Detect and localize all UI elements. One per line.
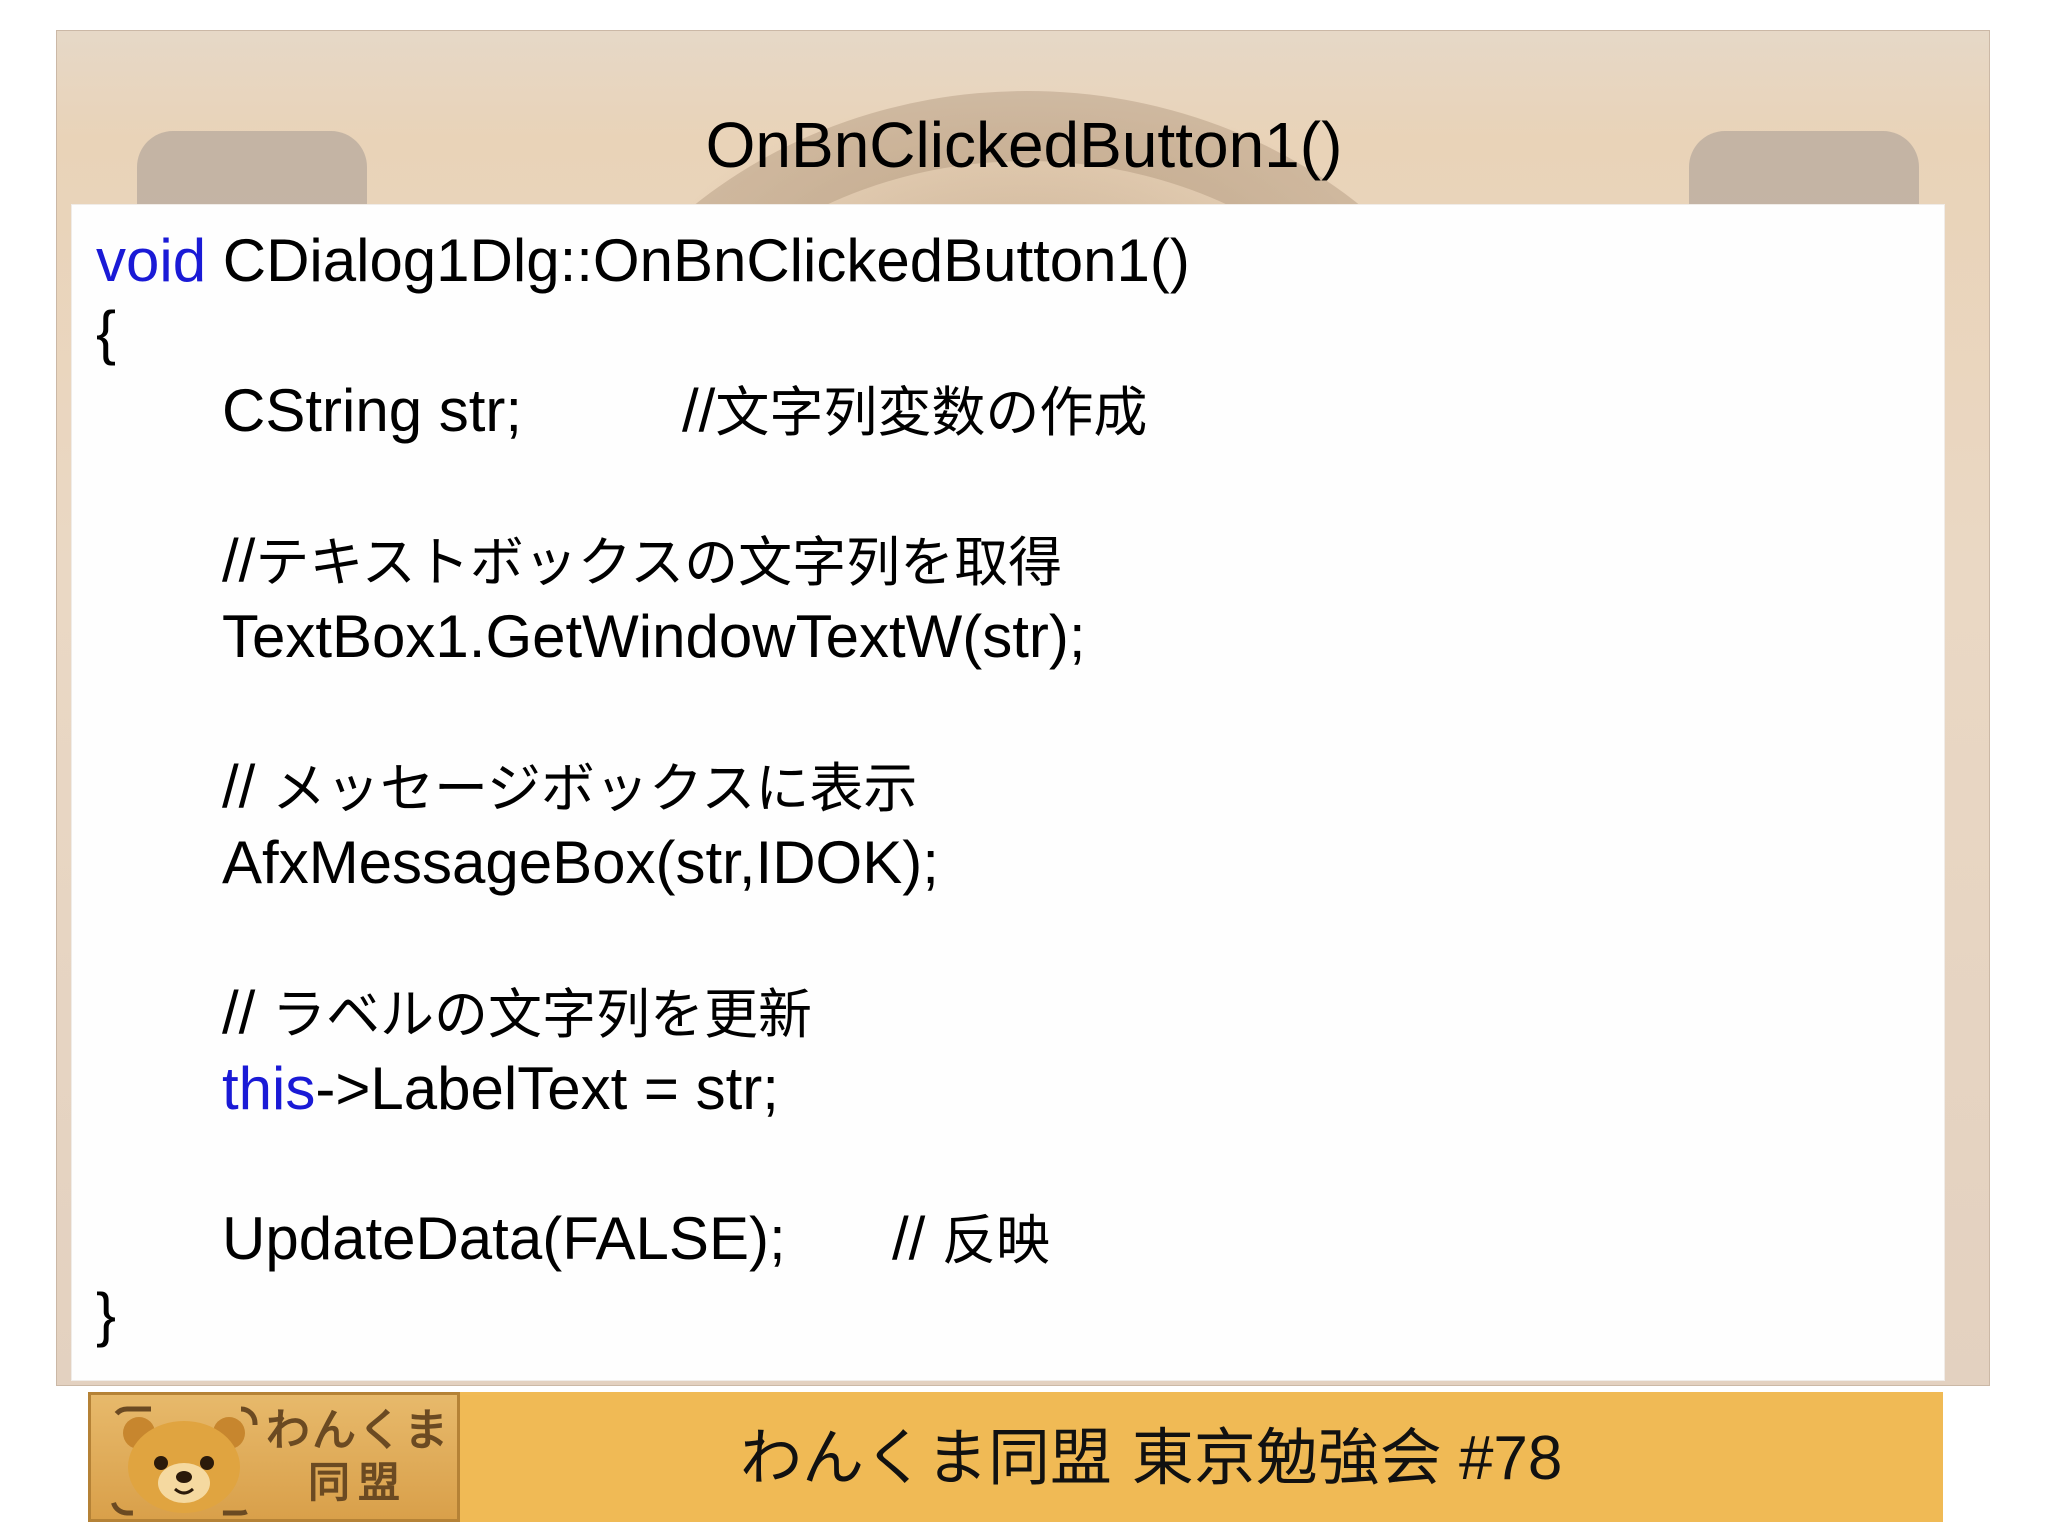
- code-line-update-data: UpdateData(FALSE);// 反映: [222, 1203, 1050, 1275]
- comment-update-label: // ラベルの文字列を更新: [222, 979, 813, 1046]
- bear-face-icon: [110, 1406, 258, 1516]
- open-brace: {: [96, 299, 117, 366]
- signature-text: CDialog1Dlg::OnBnClickedButton1(): [206, 227, 1190, 294]
- code-line-signature: void CDialog1Dlg::OnBnClickedButton1(): [96, 225, 1190, 297]
- close-brace: }: [96, 1281, 117, 1348]
- footer-caption-number: #78: [1441, 1424, 1563, 1493]
- declaration-comment: //文字列変数の作成: [682, 377, 1148, 444]
- comment-message-box: // メッセージボックスに表示: [222, 753, 918, 820]
- code-line-message-box: AfxMessageBox(str,IDOK);: [222, 829, 939, 896]
- keyword-void: void: [96, 227, 207, 294]
- comment-get-text: //テキストボックスの文字列を取得: [222, 527, 1063, 594]
- logo-text-line2: 同盟: [307, 1458, 408, 1507]
- footer-caption: わんくま同盟 東京勉強会 #78: [740, 1418, 1940, 1499]
- logo-text: わんくま 同盟: [263, 1405, 453, 1509]
- declaration-code: CString str;: [222, 377, 523, 444]
- code-line-get-window-text: TextBox1.GetWindowTextW(str);: [222, 603, 1086, 670]
- logo-text-line1: わんくま: [266, 1405, 450, 1456]
- update-data-comment: // 反映: [892, 1205, 1051, 1272]
- slide-title: OnBnClickedButton1(): [705, 109, 1343, 181]
- code-panel: void CDialog1Dlg::OnBnClickedButton1() {…: [72, 205, 1944, 1380]
- code-line-declaration: CString str; //文字列変数の作成: [222, 375, 1147, 447]
- keyword-this: this: [222, 1055, 316, 1122]
- code-line-label-assign: this->LabelText = str;: [222, 1055, 779, 1122]
- wankuma-logo: わんくま 同盟: [88, 1392, 460, 1522]
- footer-caption-jp: わんくま同盟 東京勉強会: [740, 1421, 1442, 1494]
